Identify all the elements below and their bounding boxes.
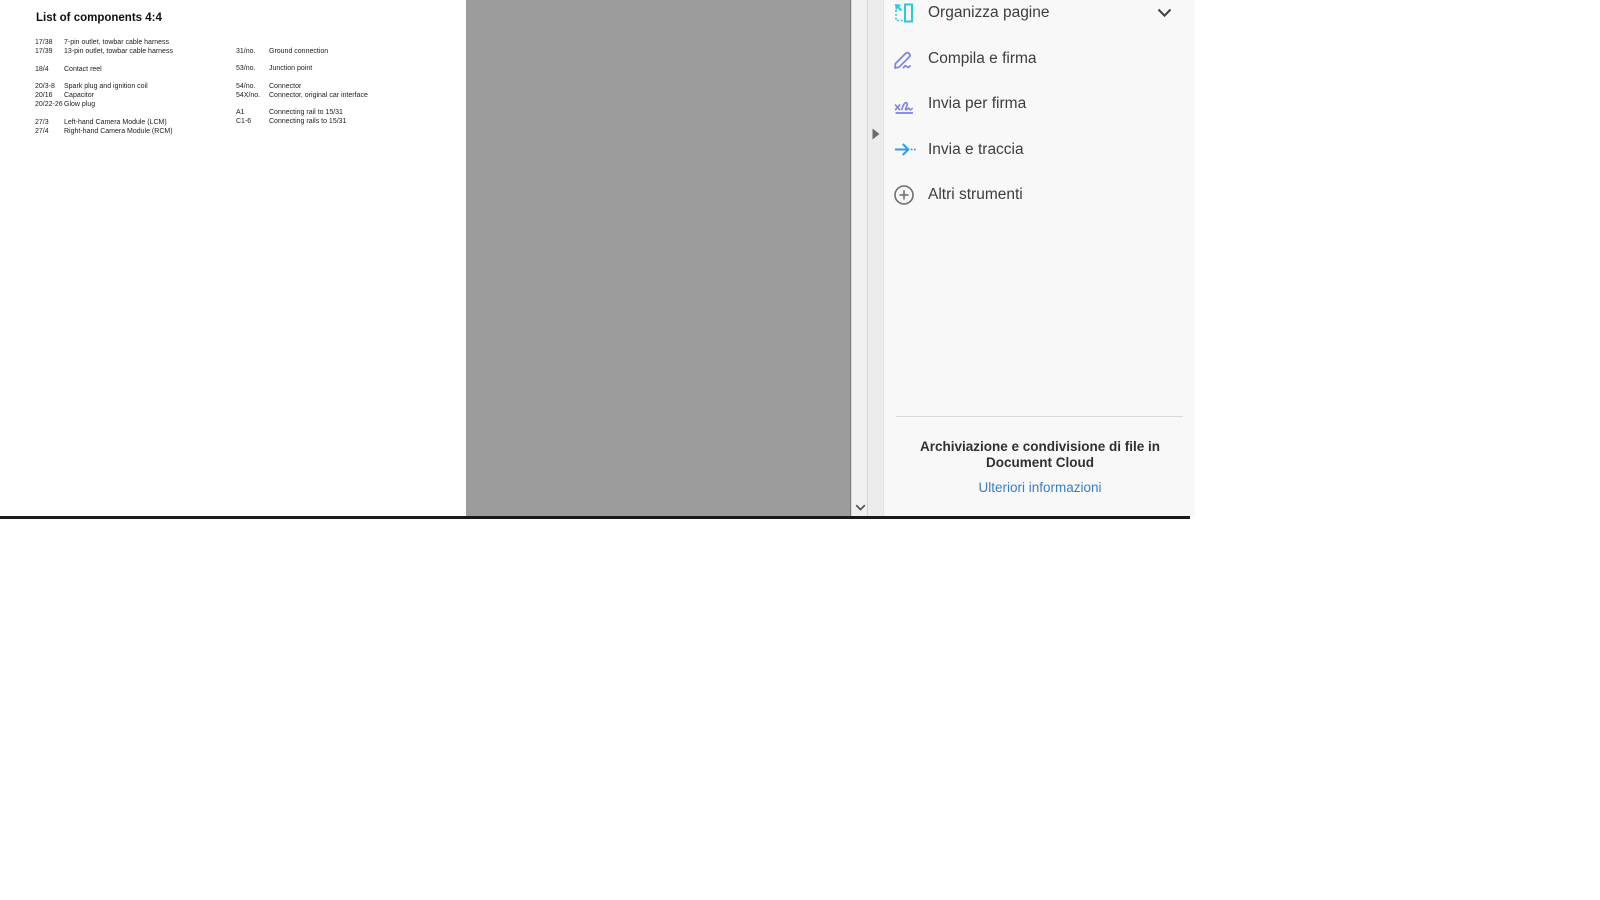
tool-item-label: Invia e traccia [928, 141, 1024, 158]
component-description: 7-pin outlet, towbar cable harness [64, 39, 170, 46]
component-row: 20/3-8 Spark plug and ignition coil [35, 82, 230, 91]
fill-and-sign-icon [891, 46, 917, 72]
component-code: C1-6 [236, 118, 252, 126]
component-row: C1-6 Connecting rails to 15/31 [236, 117, 456, 126]
component-description: Connecting rail to 15/31 [269, 109, 343, 117]
panel-divider [896, 416, 1183, 417]
component-group: 53/no. Junction point [236, 64, 456, 73]
tool-item-organize-pages[interactable]: Organizza pagine [884, 0, 1196, 36]
triangle-right-icon [872, 128, 880, 139]
tool-item-send-and-track[interactable]: Invia e traccia [884, 127, 1196, 173]
component-group: 18/4 Contact reel [35, 65, 230, 74]
organize-pages-icon [891, 0, 917, 26]
component-description: Connector, original car interface [269, 91, 368, 99]
component-description: Connector [269, 82, 302, 90]
pdf-page: List of components 4:4 17/38 7-pin outlet… [0, 0, 466, 517]
component-code: 27/3 [35, 118, 49, 126]
component-row: 27/3 Left-hand Camera Module (LCM) [35, 118, 230, 127]
pdf-viewer-area: List of components 4:4 17/38 7-pin outlet… [0, 0, 851, 517]
tool-item-send-for-signature[interactable]: Invia per firma [884, 81, 1196, 127]
component-list-left-column: 17/38 7-pin outlet, towbar cable harness 1… [35, 38, 230, 144]
component-description: Connecting rails to 15/31 [269, 118, 347, 126]
component-code: 18/4 [35, 65, 49, 73]
component-description: Glow plug [64, 101, 96, 109]
tool-item-fill-and-sign[interactable]: Compila e firma [884, 36, 1196, 82]
component-group: 17/38 7-pin outlet, towbar cable harness 1… [35, 38, 230, 57]
component-description: Spark plug and ignition coil [64, 82, 148, 90]
component-row: 17/38 7-pin outlet, towbar cable harness [35, 38, 230, 47]
component-description: Ground connection [269, 48, 329, 55]
tool-item-label: Organizza pagine [928, 4, 1050, 21]
page-title: List of components 4:4 [36, 12, 162, 24]
component-row: 31/no. Ground connection [236, 47, 456, 56]
send-for-signature-icon [891, 91, 917, 117]
component-row: A1 Connecting rail to 15/31 [236, 108, 456, 117]
window-bottom-separator [0, 516, 1190, 519]
component-code: 20/22-26 [35, 101, 63, 109]
component-group: 27/3 Left-hand Camera Module (LCM) 27/4 Rig… [35, 118, 230, 137]
component-code: 53/no. [236, 65, 256, 73]
promo-heading-line: Archiviazione e condivisione di file in [919, 439, 1161, 454]
component-row: 54X/no. Connector, original car interface [236, 91, 456, 100]
tool-item-label: Compila e firma [928, 50, 1037, 67]
component-description: Capacitor [64, 92, 94, 100]
learn-more-link[interactable]: Ulteriori informazioni [884, 480, 1196, 495]
panel-collapse-strip[interactable] [867, 0, 883, 517]
document-cloud-promo-heading: Archiviazione e condivisione di file in … [884, 439, 1196, 470]
component-group: 31/no. Ground connection [236, 47, 456, 56]
component-description: 13-pin outlet, towbar cable harness [64, 48, 173, 56]
component-row: 17/39 13-pin outlet, towbar cable harness [35, 47, 230, 56]
component-description: Right-hand Camera Module (RCM) [64, 128, 173, 136]
more-tools-icon [891, 182, 917, 208]
component-code: 17/39 [35, 48, 53, 56]
component-row: 20/22-26 Glow plug [35, 100, 230, 109]
tools-panel: Organizza pagine Compila e firma Invia p… [883, 0, 1195, 517]
chevron-down-icon [855, 504, 865, 511]
component-group: A1 Connecting rail to 15/31 C1-6 Connecting… [236, 108, 456, 127]
component-code: 54X/no. [236, 91, 261, 99]
component-row: 54/no. Connector [236, 82, 456, 91]
component-code: A1 [236, 109, 245, 117]
vertical-scrollbar[interactable] [851, 0, 867, 517]
component-group: 54/no. Connector 54X/no. Connector, origina… [236, 82, 456, 101]
component-row: 53/no. Junction point [236, 64, 456, 73]
component-code: 20/16 [35, 92, 53, 100]
component-list-right-column: 31/no. Ground connection 53/no. Junction po… [236, 47, 456, 135]
tool-item-label: Altri strumenti [928, 186, 1023, 203]
tool-item-more-tools[interactable]: Altri strumenti [884, 172, 1196, 218]
send-and-track-icon [891, 137, 917, 163]
component-description: Junction point [269, 65, 313, 73]
component-description: Contact reel [64, 65, 102, 73]
scrollbar-down-button[interactable] [852, 501, 868, 515]
component-row: 18/4 Contact reel [35, 65, 230, 74]
component-code: 54/no. [236, 82, 256, 90]
component-row: 27/4 Right-hand Camera Module (RCM) [35, 127, 230, 136]
component-code: 20/3-8 [35, 82, 55, 90]
tool-item-label: Invia per firma [928, 95, 1027, 112]
component-row: 20/16 Capacitor [35, 91, 230, 100]
chevron-down-icon[interactable] [1157, 8, 1172, 18]
component-code: 17/38 [35, 39, 53, 46]
promo-heading-line: Document Cloud [986, 454, 1094, 470]
panel-expand-button[interactable] [871, 127, 881, 140]
component-description: Left-hand Camera Module (LCM) [64, 118, 167, 126]
component-code: 27/4 [35, 128, 49, 136]
component-group: 20/3-8 Spark plug and ignition coil 20/16 C… [35, 82, 230, 110]
component-code: 31/no. [236, 48, 256, 55]
